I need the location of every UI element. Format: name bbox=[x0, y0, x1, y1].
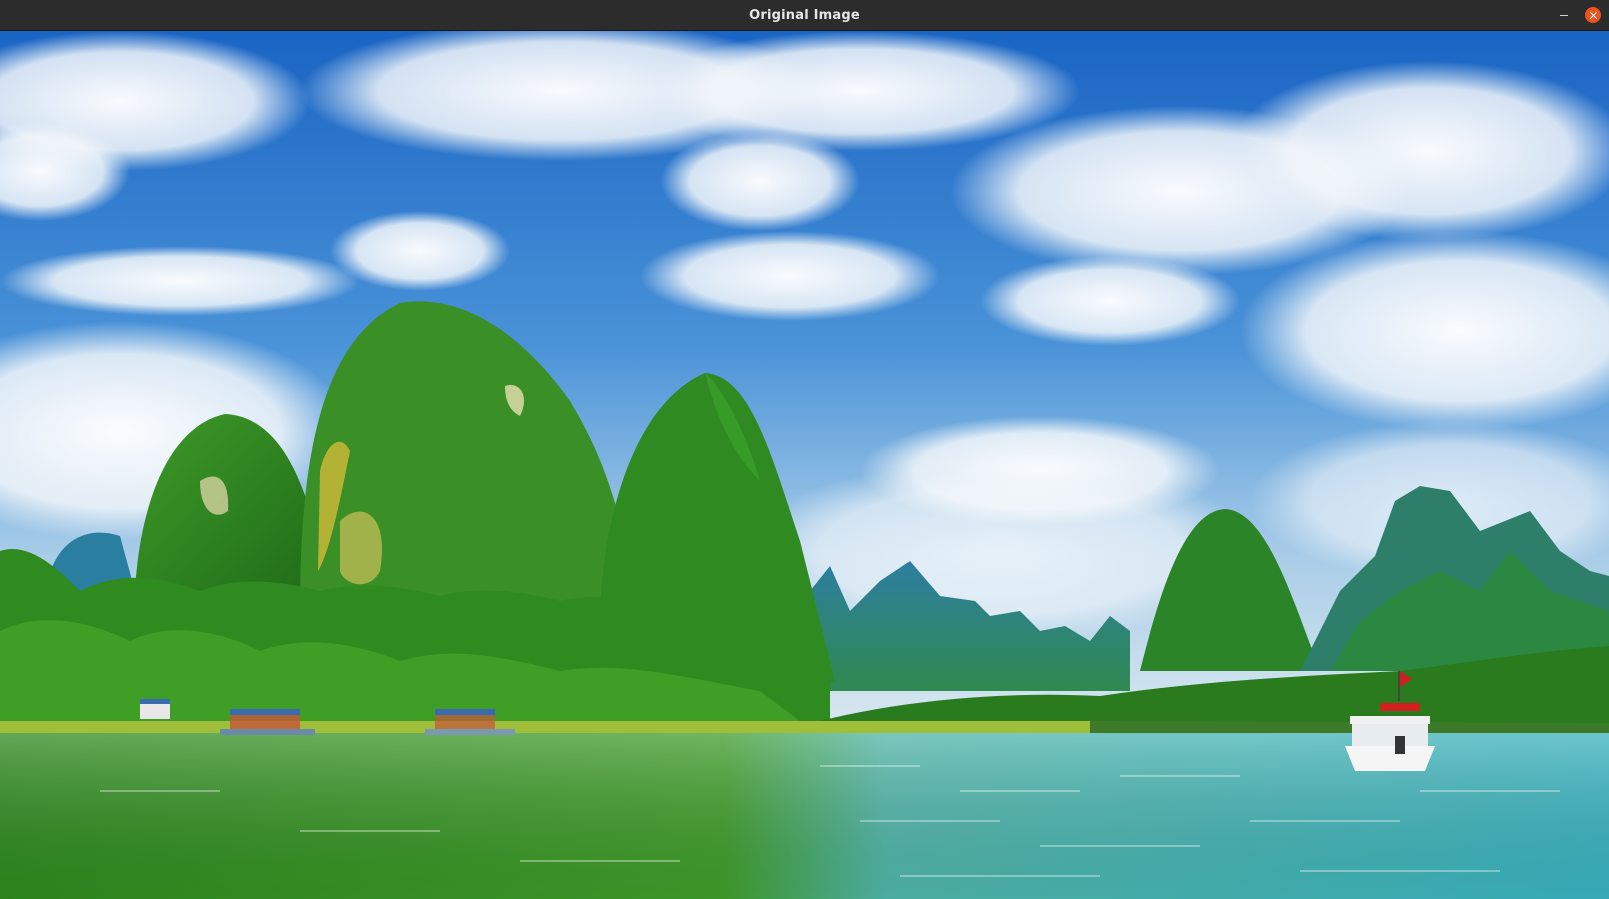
landscape-photo bbox=[0, 31, 1609, 899]
image-viewer-window: Original Image bbox=[0, 0, 1609, 899]
minimize-icon[interactable] bbox=[1556, 7, 1572, 23]
close-icon[interactable] bbox=[1585, 7, 1601, 23]
far-shoreline bbox=[1090, 721, 1609, 733]
shoreline bbox=[0, 721, 1090, 733]
image-canvas bbox=[0, 31, 1609, 899]
window-title: Original Image bbox=[749, 8, 860, 23]
title-bar[interactable]: Original Image bbox=[0, 0, 1609, 31]
